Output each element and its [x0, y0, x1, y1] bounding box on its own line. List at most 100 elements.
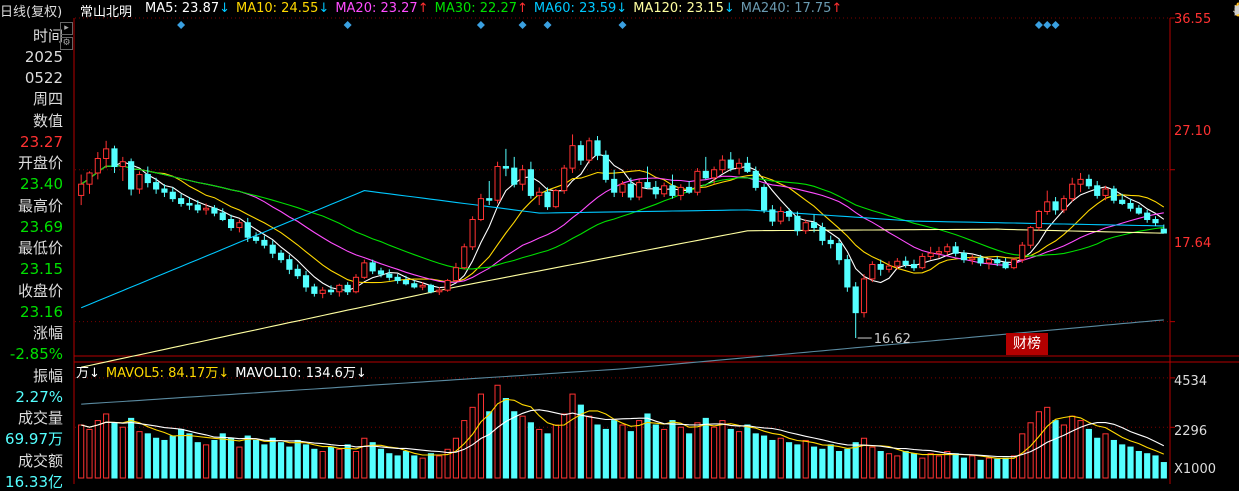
volume-bar: [394, 455, 401, 479]
volume-bar: [1060, 424, 1067, 479]
volume-bar: [311, 448, 318, 479]
volume-bar: [935, 455, 943, 479]
candle-body: [627, 183, 634, 198]
volume-bar: [802, 439, 809, 479]
volume-bar: [744, 424, 751, 479]
candle-body: [794, 215, 801, 232]
volume-bar: [702, 417, 709, 479]
candle-body: [1010, 259, 1018, 269]
volume-bar: [486, 411, 493, 479]
candle-body: [269, 244, 276, 254]
volume-bar: [277, 442, 285, 479]
candle-body: [219, 212, 226, 221]
candle-body: [977, 257, 984, 264]
volume-legend: 万↓ MAVOL5: 84.17万↓ MAVOL10: 134.6万↓: [76, 362, 373, 381]
volume-bar: [552, 424, 559, 479]
volume-bar: [1094, 437, 1101, 479]
volume-bar: [910, 453, 918, 479]
volume-legend-item: MAVOL10: 134.6万↓: [235, 366, 367, 381]
candle-body: [944, 246, 951, 253]
candle-body: [1135, 207, 1142, 214]
min-price-label: 16.62: [874, 332, 911, 347]
candle-body: [860, 278, 868, 314]
candle-body: [1060, 198, 1067, 211]
volume-bar: [636, 420, 643, 479]
candle-body: [111, 148, 118, 168]
volume-bar: [711, 426, 718, 479]
volume-bar: [652, 424, 659, 479]
candle-body: [919, 255, 926, 269]
candle-body: [502, 166, 509, 169]
volume-bar: [902, 451, 909, 479]
event-marker-icon: [618, 21, 627, 29]
volume-bar: [94, 420, 101, 479]
volume-legend-item: 万↓: [76, 366, 100, 381]
volume-bar: [860, 437, 868, 479]
candle-body: [711, 169, 718, 179]
candle-body: [286, 259, 293, 270]
candle-body: [1035, 210, 1042, 229]
volume-bar: [469, 406, 476, 479]
volume-axis-mid: 2296: [1174, 424, 1208, 439]
candle-body: [544, 191, 551, 208]
candle-body: [636, 182, 643, 198]
kline-chart[interactable]: 16.62: [0, 0, 1239, 484]
volume-bar: [719, 420, 726, 479]
volume-bar: [994, 458, 1001, 479]
volume-bar: [211, 439, 218, 479]
ma-line-ma120: [81, 228, 1164, 368]
volume-bar: [502, 398, 509, 479]
event-marker-icon: [518, 21, 527, 29]
candle-body: [844, 259, 851, 288]
candle-body: [444, 280, 451, 291]
volume-bar: [119, 426, 126, 479]
volume-bar: [669, 420, 676, 479]
candle-body: [536, 191, 543, 196]
volume-bar: [377, 448, 385, 479]
candle-body: [736, 162, 743, 169]
candle-body: [277, 252, 285, 261]
candle-body: [827, 239, 834, 245]
candle-body: [586, 140, 593, 161]
candle-body: [785, 210, 793, 217]
volume-bar: [103, 413, 110, 479]
volume-bar: [319, 451, 326, 479]
volume-bar: [1002, 457, 1009, 479]
candle-body: [411, 283, 418, 288]
candle-body: [252, 236, 260, 241]
volume-bar: [1127, 446, 1134, 479]
candle-body: [869, 263, 876, 280]
candle-body: [552, 190, 559, 208]
volume-bar: [302, 444, 310, 479]
candle-body: [777, 210, 784, 222]
volume-bar: [169, 435, 176, 479]
candle-body: [1110, 188, 1117, 201]
candle-body: [519, 169, 526, 185]
volume-bar: [977, 459, 984, 479]
volume-bar: [1010, 455, 1018, 479]
candle-body: [719, 159, 726, 171]
candle-body: [644, 182, 651, 188]
caibang-button[interactable]: 财榜: [1006, 333, 1048, 355]
candle-body: [760, 186, 768, 211]
volume-bar: [1135, 451, 1142, 479]
candle-body: [894, 260, 901, 267]
volume-bar: [136, 431, 143, 479]
candle-body: [1085, 178, 1092, 187]
volume-axis-top: 4534: [1174, 374, 1208, 389]
volume-bar: [944, 451, 951, 479]
candle-body: [203, 207, 210, 211]
candle-body: [1144, 212, 1151, 221]
volume-bar: [519, 415, 526, 479]
volume-bar: [1085, 428, 1092, 479]
volume-bar: [1069, 415, 1076, 479]
volume-bar: [419, 457, 426, 479]
volume-bar: [86, 428, 93, 479]
volume-bar: [602, 428, 609, 479]
candle-body: [186, 202, 193, 206]
candle-body: [602, 154, 609, 180]
volume-bar: [186, 433, 193, 479]
volume-bar: [611, 420, 618, 479]
candle-body: [702, 170, 709, 179]
candle-body: [486, 198, 493, 201]
